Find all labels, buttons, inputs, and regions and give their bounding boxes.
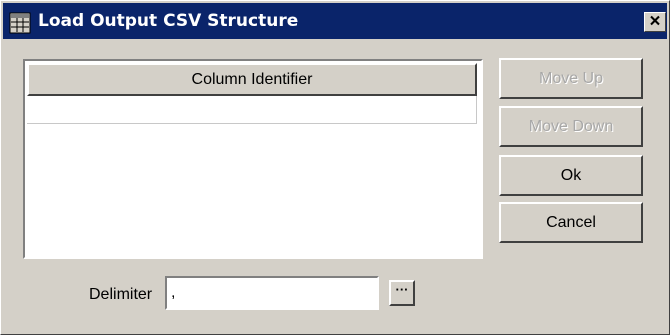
delimiter-label: Delimiter	[89, 286, 153, 303]
cancel-button[interactable]: Cancel	[499, 202, 643, 243]
window-title: Load Output CSV Structure	[38, 11, 299, 31]
close-button[interactable]	[644, 12, 666, 32]
move-up-button[interactable]: Move Up	[499, 58, 643, 99]
column-header-identifier[interactable]: Column Identifier	[27, 63, 477, 96]
delimiter-field[interactable]: ,	[165, 276, 379, 310]
title-bar[interactable]: Load Output CSV Structure	[3, 3, 667, 39]
column-list[interactable]: Column Identifier	[23, 59, 483, 259]
delimiter-browse-button[interactable]: ···	[389, 280, 415, 306]
move-down-button[interactable]: Move Down	[499, 106, 643, 147]
ok-button[interactable]: Ok	[499, 155, 643, 196]
load-output-csv-dialog: Load Output CSV Structure Column Identif…	[0, 0, 670, 335]
table-icon	[9, 12, 31, 34]
table-row[interactable]	[27, 96, 477, 124]
close-icon	[649, 13, 661, 31]
